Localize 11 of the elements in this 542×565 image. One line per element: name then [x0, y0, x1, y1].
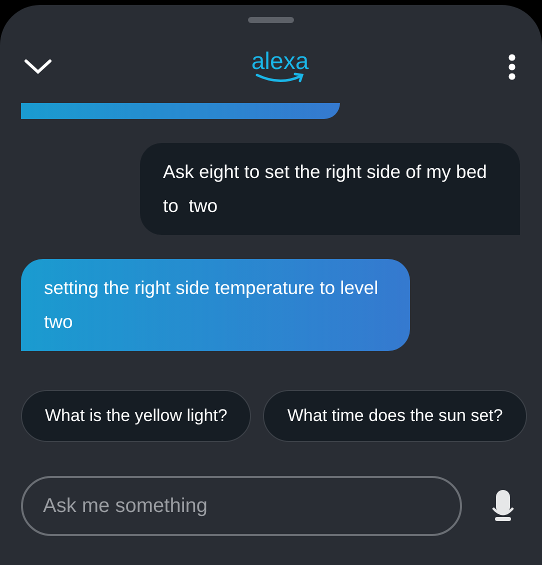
microphone-icon[interactable]: [492, 490, 514, 522]
smile-arrow-icon: [255, 72, 305, 84]
more-options-icon[interactable]: [508, 54, 516, 80]
chevron-down-icon[interactable]: [24, 59, 52, 75]
suggestion-chip[interactable]: What time does the sun set?: [263, 390, 527, 442]
input-field[interactable]: Ask me something: [21, 476, 462, 536]
message-bubble: Ask eight to set the right side of my bed to two: [140, 143, 520, 235]
message-bubble: setting the right side temperature to level two: [21, 259, 410, 351]
suggestion-chip[interactable]: What is the yellow light?: [21, 390, 252, 442]
alexa-logo: alexa: [251, 50, 309, 74]
drag-handle[interactable]: [248, 17, 294, 23]
